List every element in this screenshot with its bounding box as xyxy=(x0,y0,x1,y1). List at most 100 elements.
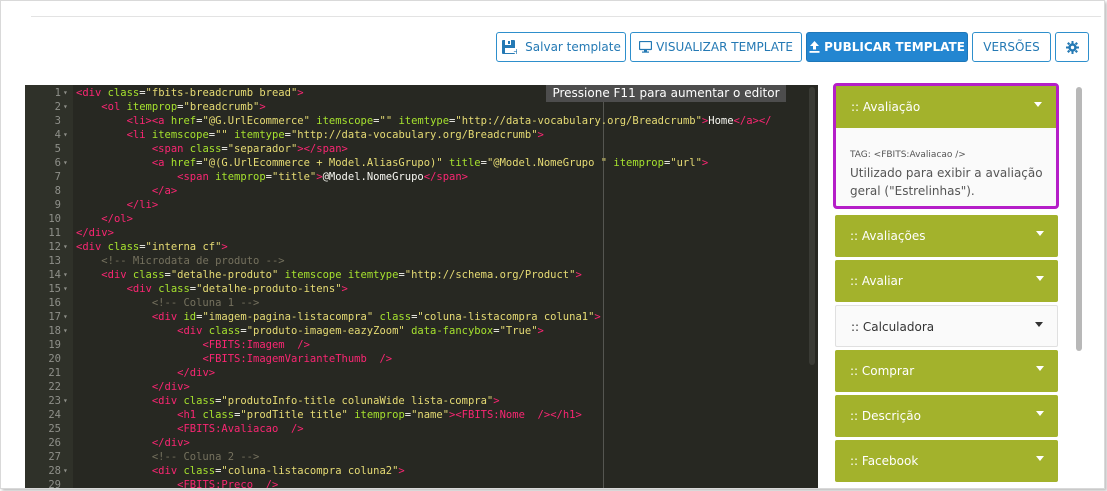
line-number: 25 xyxy=(48,423,61,435)
caret-down-icon xyxy=(1036,231,1044,236)
snippet-label: :: Descrição xyxy=(850,409,921,423)
versions-label: VERSÕES xyxy=(983,40,1040,54)
code-text: <FBITS:Avaliacao /> xyxy=(177,423,304,435)
line-number: 29 xyxy=(48,479,61,489)
line-number: 21 xyxy=(48,367,61,379)
code-text: </div> xyxy=(76,227,114,239)
code-text: <li itemscope="" itemtype="http://data-v… xyxy=(126,129,544,141)
code-text: <div class="coluna-listacompra coluna2"> xyxy=(151,465,405,477)
fullscreen-hint: Pressione F11 para aumentar o editor xyxy=(546,85,786,102)
snippet-description: Utilizado para exibir a avaliação geral … xyxy=(850,166,1043,198)
caret-down-icon xyxy=(1034,102,1042,107)
settings-button[interactable] xyxy=(1055,32,1089,62)
line-number: 24 xyxy=(48,409,61,421)
line-number: 7 xyxy=(54,171,61,183)
code-text: <FBITS:Preco /> xyxy=(177,479,279,489)
line-number: 6 xyxy=(54,157,61,169)
code-text: <span class="separador"></span> xyxy=(151,143,348,155)
line-number: 2 xyxy=(54,101,61,113)
snippet-avaliacao-label: :: Avaliação xyxy=(851,100,921,114)
caret-down-icon xyxy=(1036,366,1044,371)
code-text: </a> xyxy=(151,185,178,197)
line-number: 5 xyxy=(54,143,61,155)
snippet-label: :: Calculadora xyxy=(851,320,935,334)
line-number: 26 xyxy=(48,437,61,449)
code-text: <ol itemprop="breadcrumb"> xyxy=(101,101,266,113)
line-number: 4 xyxy=(54,129,61,141)
fold-icon[interactable]: ▾ xyxy=(63,156,68,170)
svg-text:+: + xyxy=(513,47,517,55)
preview-template-button[interactable]: VISUALIZAR TEMPLATE xyxy=(630,32,802,62)
code-text: <!-- Coluna 2 --> xyxy=(151,451,260,463)
line-number: 28 xyxy=(48,465,61,477)
code-text: </ol> xyxy=(101,213,133,225)
snippet-item[interactable]: :: Calculadora xyxy=(835,305,1058,347)
fold-icon[interactable]: ▾ xyxy=(63,394,68,408)
snippet-avaliacao-expanded[interactable]: :: Avaliação TAG: <FBITS:Avaliacao /> Ut… xyxy=(833,83,1059,209)
line-number: 10 xyxy=(48,213,61,225)
line-number: 8 xyxy=(54,185,61,197)
fold-icon[interactable]: ▾ xyxy=(63,100,68,114)
code-text: <FBITS:ImagemVarianteThumb /> xyxy=(202,353,393,365)
code-text: <FBITS:Imagem /> xyxy=(202,339,310,351)
code-text: <div id="imagem-pagina-listacompra" clas… xyxy=(151,311,601,323)
fold-icon[interactable]: ▾ xyxy=(63,86,68,100)
fold-icon[interactable]: ▾ xyxy=(63,310,68,324)
panel-scrollbar[interactable] xyxy=(1076,87,1082,351)
fold-icon[interactable]: ▾ xyxy=(63,324,68,338)
line-number: 23 xyxy=(48,395,61,407)
line-number: 17 xyxy=(48,311,61,323)
code-text: <span itemprop="title">@Model.NomeGrupo<… xyxy=(177,171,469,183)
caret-down-icon xyxy=(1036,276,1044,281)
editor-scrollbar[interactable] xyxy=(809,87,815,365)
snippet-item[interactable]: :: Facebook xyxy=(835,440,1058,482)
snippet-tag: TAG: <FBITS:Avaliacao /> xyxy=(850,150,966,160)
line-number: 19 xyxy=(48,339,61,351)
line-number: 11 xyxy=(48,227,61,239)
caret-down-icon xyxy=(1035,322,1043,327)
print-margin xyxy=(603,85,604,488)
gear-icon xyxy=(1065,40,1079,54)
caret-down-icon xyxy=(1036,456,1044,461)
save-template-label: Salvar template xyxy=(525,40,621,54)
fold-icon[interactable]: ▾ xyxy=(63,464,68,478)
line-number: 3 xyxy=(54,115,61,127)
snippet-avaliacao-header[interactable]: :: Avaliação xyxy=(836,86,1056,128)
code-text: <div class="fbits-breadcrumb bread"> xyxy=(76,87,304,99)
code-text: </div> xyxy=(151,437,190,449)
snippet-item[interactable]: :: Descrição xyxy=(835,395,1058,437)
line-number: 9 xyxy=(54,199,61,211)
save-icon: + xyxy=(501,39,518,55)
code-text: <div class="produto-imagem-eazyZoom" dat… xyxy=(177,325,544,337)
code-text: <div class="detalhe-produto-itens"> xyxy=(126,283,348,295)
snippet-label: :: Facebook xyxy=(850,454,919,468)
code-text: <div class="interna cf"> xyxy=(76,241,228,253)
save-template-button[interactable]: + Salvar template xyxy=(496,32,626,62)
code-text: </div> xyxy=(177,367,216,379)
line-number: 27 xyxy=(48,451,61,463)
versions-button[interactable]: VERSÕES xyxy=(972,32,1051,62)
fold-icon[interactable]: ▾ xyxy=(63,268,68,282)
line-number: 13 xyxy=(48,255,61,267)
fold-icon[interactable]: ▾ xyxy=(63,240,68,254)
snippet-label: :: Avaliações xyxy=(850,229,926,243)
line-number: 20 xyxy=(48,353,61,365)
code-text: <!-- Microdata de produto --> xyxy=(101,255,285,267)
fold-icon[interactable]: ▾ xyxy=(63,282,68,296)
snippet-item[interactable]: :: Avaliações xyxy=(835,215,1058,257)
snippet-label: :: Comprar xyxy=(850,364,915,378)
code-text: <a href="@(G.UrlEcommerce + Model.AliasG… xyxy=(151,157,709,169)
publish-template-button[interactable]: PUBLICAR TEMPLATE xyxy=(806,32,968,62)
line-number: 18 xyxy=(48,325,61,337)
snippet-item[interactable]: :: Avaliar xyxy=(835,260,1058,302)
upload-icon xyxy=(809,41,820,53)
preview-template-label: VISUALIZAR TEMPLATE xyxy=(656,40,793,54)
code-text: <h1 class="prodTitle title" itemprop="na… xyxy=(177,409,582,421)
fold-icon[interactable]: ▾ xyxy=(63,128,68,142)
snippet-item[interactable]: :: Comprar xyxy=(835,350,1058,392)
code-text: <div class="detalhe-produto" itemscope i… xyxy=(101,269,582,281)
code-text: </div> xyxy=(151,381,190,393)
line-number: 15 xyxy=(48,283,61,295)
line-number: 12 xyxy=(48,241,61,253)
code-editor[interactable]: 1 ▾ <div class="fbits-breadcrumb bread"> 2 ▾… xyxy=(25,85,818,489)
